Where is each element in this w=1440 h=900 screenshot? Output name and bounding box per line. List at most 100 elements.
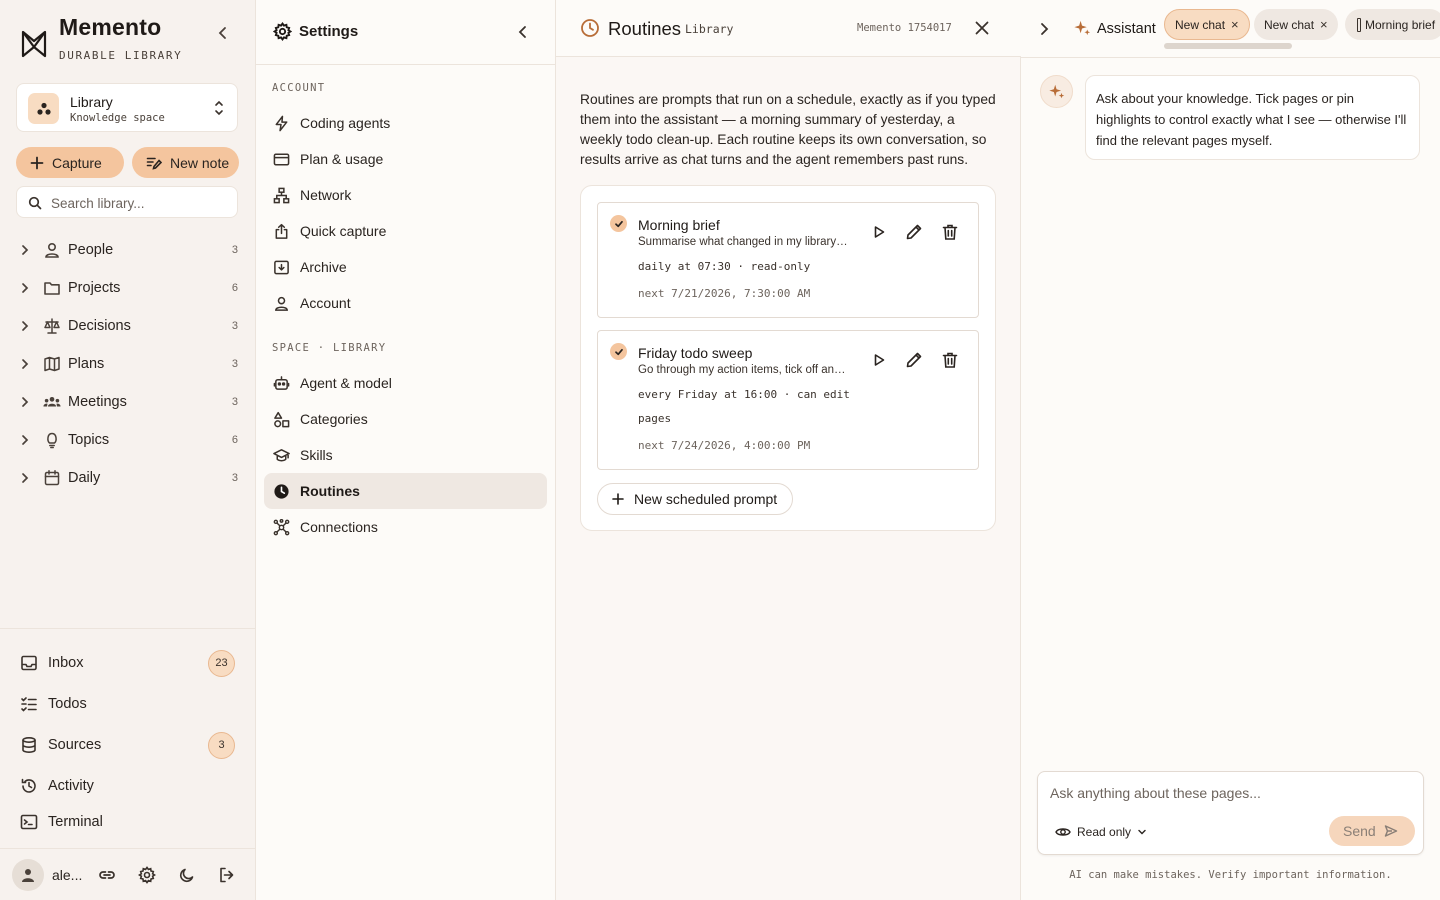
moon-icon[interactable]: [178, 866, 196, 884]
settings-item-routines[interactable]: Routines: [264, 473, 547, 509]
play-icon[interactable]: [870, 351, 888, 369]
collapse-sidebar-icon[interactable]: [214, 24, 232, 42]
lightbulb-icon: [47, 432, 57, 449]
new-note-button[interactable]: New note: [132, 147, 239, 178]
shapes-icon: [274, 411, 290, 427]
clock-icon: [581, 19, 599, 37]
share-upload-icon: [275, 223, 288, 239]
routine-prompt: Summarise what changed in my library sin…: [638, 236, 850, 248]
close-icon[interactable]: [972, 18, 992, 38]
check-icon: [614, 220, 623, 227]
chevron-right-icon[interactable]: [18, 281, 32, 295]
settings-item-agent-model[interactable]: Agent & model: [264, 365, 547, 401]
tree-item-label: Meetings: [68, 394, 127, 410]
link-icon[interactable]: [98, 866, 116, 884]
folder-icon: [44, 282, 60, 295]
pencil-icon[interactable]: [905, 223, 923, 241]
brand-subtitle: DURABLE LIBRARY: [59, 49, 183, 62]
user-name[interactable]: ale...: [52, 867, 82, 883]
gear-icon[interactable]: [138, 866, 156, 884]
chat-tab[interactable]: New chat ×: [1254, 9, 1338, 40]
send-icon: [1384, 825, 1397, 837]
tree-item-daily[interactable]: Daily 3: [16, 463, 244, 493]
tree-item-label: Daily: [68, 470, 101, 486]
tree-item-label: People: [68, 242, 114, 258]
chevron-right-icon[interactable]: [18, 319, 32, 333]
routine-prompt: Go through my action items, tick off any…: [638, 364, 850, 376]
library-search[interactable]: [16, 186, 238, 218]
send-button[interactable]: Send: [1329, 816, 1415, 846]
pencil-icon[interactable]: [905, 351, 923, 369]
close-tab-icon[interactable]: ×: [1320, 17, 1328, 32]
routine-enabled-check[interactable]: [610, 215, 627, 232]
nav-inbox[interactable]: Inbox 23: [20, 648, 238, 678]
routines-page: Routines Library Memento 1754017 Routine…: [556, 0, 1021, 900]
chevron-right-icon[interactable]: [1036, 20, 1052, 38]
chevron-up-down-icon: [215, 100, 223, 116]
tree-item-meetings[interactable]: Meetings 3: [16, 387, 244, 417]
routine-item[interactable]: Friday todo sweep Go through my action i…: [597, 330, 979, 470]
routines-header: Routines Library Memento 1754017: [556, 0, 1021, 57]
sparkle-icon: [1048, 84, 1064, 98]
logout-icon[interactable]: [218, 866, 236, 884]
nav-activity[interactable]: Activity: [20, 771, 238, 801]
tree-item-plans[interactable]: Plans 3: [16, 349, 244, 379]
brand: Memento DURABLE LIBRARY: [20, 14, 182, 62]
chat-tab[interactable]: New chat ×: [1164, 9, 1250, 40]
settings-item-coding-agents[interactable]: Coding agents: [264, 105, 547, 141]
avatar[interactable]: [12, 859, 44, 891]
mode-selector[interactable]: Read only: [1055, 823, 1153, 841]
tabs-scrollbar[interactable]: [1164, 43, 1292, 49]
settings-item-skills[interactable]: Skills: [264, 437, 547, 473]
settings-item-label: Quick capture: [300, 223, 387, 239]
chat-input[interactable]: [1050, 785, 1410, 807]
settings-item-archive[interactable]: Archive: [264, 249, 547, 285]
settings-item-network[interactable]: Network: [264, 177, 547, 213]
settings-item-label: Skills: [300, 447, 333, 463]
section-label-account: ACCOUNT: [272, 82, 326, 94]
new-scheduled-prompt-button[interactable]: New scheduled prompt: [597, 483, 793, 515]
space-switcher[interactable]: Library Knowledge space: [16, 83, 238, 132]
settings-item-plan-usage[interactable]: Plan & usage: [264, 141, 547, 177]
nav-terminal[interactable]: Terminal: [20, 807, 238, 837]
routine-next-run: next 7/21/2026, 7:30:00 AM: [638, 287, 811, 300]
new-note-label: New note: [170, 154, 230, 171]
left-sidebar: Memento DURABLE LIBRARY Library Knowledg…: [0, 0, 256, 900]
nav-label: Inbox: [48, 655, 84, 671]
chevron-right-icon[interactable]: [18, 471, 32, 485]
play-icon[interactable]: [870, 223, 888, 241]
send-label: Send: [1343, 823, 1376, 839]
plus-icon: [30, 156, 44, 169]
trash-icon[interactable]: [941, 223, 959, 241]
tree-item-count: 3: [231, 320, 238, 332]
map-icon: [44, 356, 60, 372]
nav-label: Todos: [48, 696, 87, 712]
chevron-right-icon[interactable]: [18, 395, 32, 409]
settings-item-connections[interactable]: Connections: [264, 509, 547, 545]
nav-todos[interactable]: Todos: [20, 689, 238, 719]
nav-sources[interactable]: Sources 3: [20, 730, 238, 760]
settings-item-categories[interactable]: Categories: [264, 401, 547, 437]
chat-tab[interactable]: Morning brief: [1345, 9, 1440, 40]
tree-item-topics[interactable]: Topics 6: [16, 425, 244, 455]
chevron-right-icon[interactable]: [18, 357, 32, 371]
search-input[interactable]: [51, 193, 231, 213]
chevron-right-icon[interactable]: [18, 243, 32, 257]
tree-item-people[interactable]: People 3: [16, 235, 244, 265]
settings-item-account[interactable]: Account: [264, 285, 547, 321]
routine-enabled-check[interactable]: [610, 343, 627, 360]
trash-icon[interactable]: [941, 351, 959, 369]
settings-item-quick-capture[interactable]: Quick capture: [264, 213, 547, 249]
collapse-settings-icon[interactable]: [514, 23, 532, 41]
bottom-nav: Inbox 23 Todos Sources 3 Activity Termin…: [0, 628, 255, 848]
routine-item[interactable]: Morning brief Summarise what changed in …: [597, 202, 979, 318]
tree-item-projects[interactable]: Projects 6: [16, 273, 244, 303]
space-name: Library: [70, 94, 113, 110]
chevron-right-icon[interactable]: [18, 433, 32, 447]
credit-card-icon: [273, 153, 290, 165]
tree-item-decisions[interactable]: Decisions 3: [16, 311, 244, 341]
mode-label: Read only: [1077, 825, 1132, 839]
tree-item-label: Projects: [68, 280, 121, 296]
capture-button[interactable]: Capture: [16, 147, 124, 178]
close-tab-icon[interactable]: ×: [1231, 17, 1239, 32]
